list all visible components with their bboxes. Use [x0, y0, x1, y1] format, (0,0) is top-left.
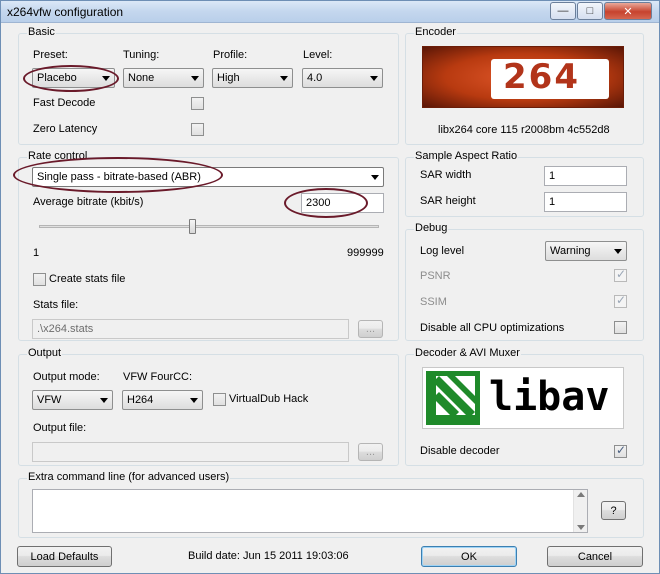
sar-width-label: SAR width [420, 169, 472, 181]
chevron-down-icon [280, 76, 288, 81]
disable-decoder-checkbox[interactable]: ✓ [614, 443, 627, 458]
log-level-label: Log level [420, 245, 465, 257]
minimize-button[interactable]: — [550, 2, 576, 20]
title-bar[interactable]: x264vfw configuration — □ ✕ [1, 1, 659, 23]
x264-logo-text: 264 [503, 57, 580, 97]
extra-command-scrollbar[interactable] [573, 490, 587, 532]
x264vfw-config-window: x264vfw configuration — □ ✕ Basic Preset… [0, 0, 660, 574]
psnr-label: PSNR [420, 270, 451, 282]
virtualdub-hack-checkbox[interactable] [213, 393, 226, 406]
ssim-checkbox[interactable]: ✓ [614, 293, 627, 308]
bitrate-slider-track[interactable] [39, 219, 379, 234]
level-combo[interactable]: 4.0 [302, 68, 383, 88]
libav-logo: libav [422, 367, 624, 429]
virtualdub-hack-label: VirtualDub Hack [229, 393, 309, 405]
output-mode-value: VFW [37, 394, 62, 406]
bitrate-slider-thumb[interactable] [189, 219, 196, 234]
level-value: 4.0 [307, 72, 323, 84]
create-stats-checkbox[interactable] [33, 273, 46, 286]
average-bitrate-label: Average bitrate (kbit/s) [33, 196, 144, 208]
fast-decode-checkbox[interactable] [191, 97, 204, 110]
fourcc-value: H264 [127, 394, 154, 406]
output-file-label: Output file: [33, 422, 87, 434]
tuning-label: Tuning: [123, 49, 160, 61]
libav-logo-text: libav [489, 374, 610, 420]
scroll-up-icon[interactable] [577, 492, 585, 497]
ok-button[interactable]: OK [421, 546, 517, 567]
fourcc-label: VFW FourCC: [123, 371, 193, 383]
stats-file-browse-button[interactable]: ... [358, 320, 383, 338]
slider-min-label: 1 [33, 247, 40, 259]
tuning-combo[interactable]: None [123, 68, 204, 88]
stats-file-input[interactable]: .\x264.stats [32, 319, 349, 339]
disable-cpu-label: Disable all CPU optimizations [420, 322, 565, 334]
zero-latency-label: Zero Latency [33, 123, 98, 135]
libav-mark-icon [426, 371, 480, 425]
create-stats-label: Create stats file [49, 273, 126, 285]
preset-label: Preset: [33, 49, 68, 61]
close-button[interactable]: ✕ [604, 2, 652, 20]
maximize-icon: □ [586, 5, 594, 17]
minimize-icon: — [557, 5, 569, 17]
encoder-version: libx264 core 115 r2008bm 4c552d8 [438, 124, 610, 136]
level-label: Level: [303, 49, 333, 61]
output-group-label: Output [27, 347, 63, 359]
annotation-ellipse-bitrate [284, 188, 368, 218]
profile-combo[interactable]: High [212, 68, 293, 88]
output-mode-combo[interactable]: VFW [32, 390, 113, 410]
log-level-combo[interactable]: Warning [545, 241, 627, 261]
window-title: x264vfw configuration [7, 5, 124, 19]
x264-logo: 264 [422, 46, 624, 108]
chevron-down-icon [191, 76, 199, 81]
extra-command-input[interactable] [32, 489, 588, 533]
checkmark-icon: ✓ [616, 267, 627, 281]
chevron-down-icon [370, 76, 378, 81]
chevron-down-icon [100, 398, 108, 403]
decoder-group-label: Decoder & AVI Muxer [414, 347, 521, 359]
log-level-value: Warning [550, 245, 591, 257]
stats-file-label: Stats file: [33, 299, 79, 311]
output-file-input[interactable] [32, 442, 349, 462]
cancel-button[interactable]: Cancel [547, 546, 643, 567]
fourcc-combo[interactable]: H264 [122, 390, 203, 410]
disable-cpu-checkbox[interactable] [614, 321, 627, 334]
checkmark-icon: ✓ [616, 443, 627, 457]
load-defaults-button[interactable]: Load Defaults [17, 546, 112, 567]
chevron-down-icon [614, 249, 622, 254]
annotation-ellipse-rate-control [13, 157, 223, 193]
basic-group-label: Basic [27, 26, 56, 38]
build-date-label: Build date: Jun 15 2011 19:03:06 [188, 550, 349, 562]
zero-latency-checkbox[interactable] [191, 123, 204, 136]
help-button[interactable]: ? [601, 501, 626, 520]
maximize-button[interactable]: □ [577, 2, 603, 20]
sar-height-label: SAR height [420, 195, 476, 207]
encoder-group-label: Encoder [414, 26, 457, 38]
debug-group-label: Debug [414, 222, 449, 234]
tuning-value: None [128, 72, 155, 84]
output-mode-label: Output mode: [33, 371, 100, 383]
slider-max-label: 999999 [347, 247, 384, 259]
extra-command-label: Extra command line (for advanced users) [27, 471, 231, 483]
profile-value: High [217, 72, 240, 84]
close-icon: ✕ [623, 5, 633, 18]
chevron-down-icon [190, 398, 198, 403]
scroll-down-icon[interactable] [577, 525, 585, 530]
psnr-checkbox[interactable]: ✓ [614, 267, 627, 282]
ssim-label: SSIM [420, 296, 447, 308]
checkmark-icon: ✓ [616, 293, 627, 307]
fast-decode-label: Fast Decode [33, 97, 96, 109]
output-file-browse-button[interactable]: ... [358, 443, 383, 461]
sar-height-input[interactable]: 1 [544, 192, 627, 212]
annotation-ellipse-preset [23, 65, 119, 92]
sar-width-input[interactable]: 1 [544, 166, 627, 186]
chevron-down-icon [371, 175, 379, 180]
profile-label: Profile: [213, 49, 248, 61]
disable-decoder-label: Disable decoder [420, 445, 500, 457]
sar-group-label: Sample Aspect Ratio [414, 150, 519, 162]
